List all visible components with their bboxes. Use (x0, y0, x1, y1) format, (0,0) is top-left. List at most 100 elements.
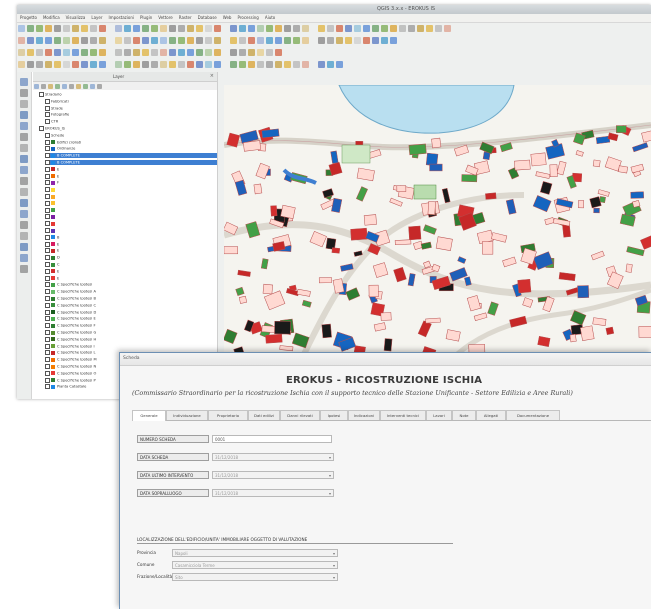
layer-row[interactable]: Edifici crollati (45, 140, 217, 145)
building-polygon[interactable] (351, 228, 368, 240)
toolbar-button-icon[interactable] (318, 25, 325, 32)
layer-visibility-checkbox[interactable] (45, 99, 50, 104)
layer-row[interactable] (45, 208, 217, 213)
toolbar-button-icon[interactable] (266, 25, 273, 32)
toolbar-button-icon[interactable] (72, 61, 79, 68)
toolbar-button-icon[interactable] (293, 25, 300, 32)
tab-interventi-tecnici[interactable]: Interventi tecnici (380, 410, 426, 420)
toolbar-button-icon[interactable] (99, 61, 106, 68)
tool-icon[interactable] (20, 100, 28, 108)
toolbar-button-icon[interactable] (381, 25, 388, 32)
toolbar-button-icon[interactable] (205, 25, 212, 32)
layer-tool-icon[interactable] (48, 84, 53, 89)
tab-proprietario[interactable]: Proprietario (208, 410, 248, 420)
field-input[interactable]: 31/12/2018▾ (212, 489, 334, 497)
toolbar-button-icon[interactable] (257, 37, 264, 44)
toolbar-button-icon[interactable] (257, 49, 264, 56)
toolbar-button-icon[interactable] (435, 25, 442, 32)
chevron-down-icon[interactable]: ▾ (329, 454, 331, 461)
layer-row[interactable]: C Specifiche Ipotesi F (45, 323, 217, 328)
layer-row[interactable]: CTR (45, 119, 217, 124)
menu-item[interactable]: Progetto (20, 15, 37, 20)
layer-visibility-checkbox[interactable] (45, 174, 50, 179)
menu-item[interactable]: Plugin (140, 15, 152, 20)
layer-visibility-checkbox[interactable] (45, 228, 50, 233)
toolbar-button-icon[interactable] (302, 61, 309, 68)
building-polygon[interactable] (409, 226, 421, 240)
layer-visibility-checkbox[interactable] (45, 187, 50, 192)
toolbar-button-icon[interactable] (142, 61, 149, 68)
toolbar-button-icon[interactable] (275, 61, 282, 68)
chevron-down-icon[interactable]: ▾ (333, 562, 335, 569)
toolbar-button-icon[interactable] (72, 37, 79, 44)
toolbar-button-icon[interactable] (45, 61, 52, 68)
layer-visibility-checkbox[interactable] (45, 310, 50, 315)
layer-visibility-checkbox[interactable] (45, 194, 50, 199)
toolbar-button-icon[interactable] (115, 37, 122, 44)
toolbar-button-icon[interactable] (284, 25, 291, 32)
toolbar-button-icon[interactable] (169, 49, 176, 56)
layer-visibility-checkbox[interactable] (45, 282, 50, 287)
layer-row[interactable]: B (45, 235, 217, 240)
layer-tool-icon[interactable] (83, 84, 88, 89)
building-polygon[interactable] (639, 326, 651, 337)
layer-tool-icon[interactable] (34, 84, 39, 89)
tool-icon[interactable] (20, 144, 28, 152)
close-icon[interactable]: × (210, 73, 214, 79)
toolbar-button-icon[interactable] (90, 37, 97, 44)
building-polygon[interactable] (593, 160, 600, 167)
toolbar-button-icon[interactable] (266, 61, 273, 68)
toolbar-button-icon[interactable] (81, 25, 88, 32)
tool-icon[interactable] (20, 232, 28, 240)
building-polygon[interactable] (369, 285, 379, 297)
toolbar-button-icon[interactable] (327, 37, 334, 44)
layer-visibility-checkbox[interactable] (45, 371, 50, 376)
toolbar-button-icon[interactable] (142, 37, 149, 44)
layer-row[interactable]: Fabbricati (45, 99, 217, 104)
toolbar-button-icon[interactable] (275, 37, 282, 44)
tab-allegati[interactable]: Allegati (476, 410, 506, 420)
section-field-select[interactable]: Casamicciola Terme▾ (172, 561, 338, 569)
toolbar-button-icon[interactable] (81, 61, 88, 68)
toolbar-button-icon[interactable] (230, 37, 237, 44)
layer-tool-icon[interactable] (55, 84, 60, 89)
toolbar-button-icon[interactable] (45, 37, 52, 44)
layer-visibility-checkbox[interactable] (39, 126, 44, 131)
layer-visibility-checkbox[interactable] (45, 112, 50, 117)
layer-visibility-checkbox[interactable] (45, 106, 50, 111)
building-polygon[interactable] (254, 184, 262, 194)
layer-visibility-checkbox[interactable] (45, 180, 50, 185)
menu-item[interactable]: Web (223, 15, 232, 20)
toolbar-button-icon[interactable] (178, 25, 185, 32)
building-polygon[interactable] (606, 327, 614, 335)
layer-row[interactable]: Fotografie (45, 112, 217, 117)
toolbar-button-icon[interactable] (187, 49, 194, 56)
layer-row[interactable]: C Specifiche Ipotesi (45, 282, 217, 287)
layer-row[interactable]: C Specifiche Ipotesi I (45, 344, 217, 349)
layer-row[interactable]: B COMPLETE (45, 153, 217, 158)
layer-row[interactable]: E (45, 242, 217, 247)
toolbar-button-icon[interactable] (390, 25, 397, 32)
toolbar-button-icon[interactable] (372, 37, 379, 44)
toolbar-button-icon[interactable] (354, 25, 361, 32)
building-polygon[interactable] (518, 279, 531, 293)
menu-item[interactable]: Processing (237, 15, 258, 20)
toolbar-button-icon[interactable] (275, 25, 282, 32)
layer-visibility-checkbox[interactable] (45, 153, 50, 158)
toolbar-button-icon[interactable] (36, 61, 43, 68)
building-polygon[interactable] (224, 247, 238, 254)
tool-icon[interactable] (20, 155, 28, 163)
layer-tool-icon[interactable] (76, 84, 81, 89)
chevron-down-icon[interactable]: ▾ (333, 550, 335, 557)
layer-tool-icon[interactable] (97, 84, 102, 89)
building-polygon[interactable] (281, 205, 296, 218)
building-polygon[interactable] (381, 312, 391, 320)
toolbar-button-icon[interactable] (18, 61, 25, 68)
layer-visibility-checkbox[interactable] (45, 316, 50, 321)
menu-item[interactable]: Impostazioni (109, 15, 134, 20)
toolbar-button-icon[interactable] (248, 49, 255, 56)
toolbar-button-icon[interactable] (72, 25, 79, 32)
toolbar-button-icon[interactable] (81, 37, 88, 44)
building-polygon[interactable] (239, 296, 247, 303)
toolbar-button-icon[interactable] (214, 25, 221, 32)
